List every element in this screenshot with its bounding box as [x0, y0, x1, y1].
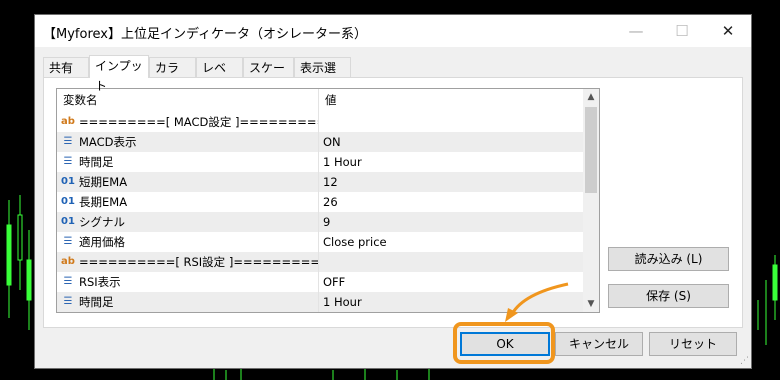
- tab-inputs[interactable]: インプット: [89, 55, 149, 93]
